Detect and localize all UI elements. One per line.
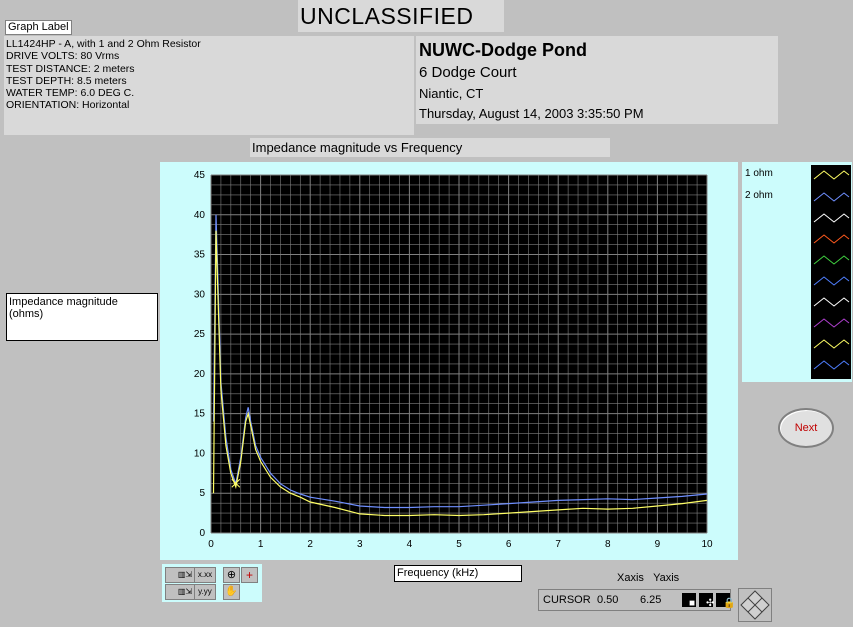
- pan-tool-button[interactable]: ✋: [223, 584, 240, 600]
- org-city: Niantic, CT: [419, 86, 484, 101]
- cursor-style-button[interactable]: ■: [682, 593, 696, 609]
- legend-swatch-icons: [813, 170, 850, 370]
- legend-swatch-6: [813, 276, 850, 286]
- legend-swatch-8: [813, 318, 850, 328]
- plot-title: Impedance magnitude vs Frequency: [250, 138, 610, 157]
- graph-palette: ▥⇲ ▥⇲ x.xx y.yy ⊕ + ✋: [162, 564, 262, 602]
- x-tick-label: 3: [357, 539, 363, 550]
- next-button[interactable]: Next: [778, 408, 834, 448]
- test-info-line: TEST DEPTH: 8.5 meters: [6, 74, 127, 87]
- x-tick-label: 5: [456, 539, 462, 550]
- test-info-line: LL1424HP - A, with 1 and 2 Ohm Resistor: [6, 38, 201, 50]
- y-tick-label: 35: [194, 250, 206, 261]
- legend-swatch-9: [813, 339, 850, 349]
- org-datetime: Thursday, August 14, 2003 3:35:50 PM: [419, 106, 644, 121]
- legend-swatch-4: [813, 234, 850, 244]
- legend-swatch-2ohm: [813, 192, 850, 202]
- y-tick-label: 10: [194, 448, 206, 459]
- square-icon: ■: [689, 598, 696, 609]
- legend-label-2ohm: 2 ohm: [745, 190, 773, 201]
- org-address: 6 Dodge Court: [419, 64, 517, 81]
- cursor-lock-button[interactable]: 🔒: [716, 593, 735, 609]
- legend-swatch-1ohm: [813, 170, 850, 180]
- lock-icon: 🔒: [723, 598, 736, 609]
- cursor-x-value: 0.50: [597, 594, 619, 606]
- y-axis-label: Impedance magnitude (ohms): [6, 293, 158, 341]
- test-info-line: WATER TEMP: 6.0 DEG C.: [6, 87, 135, 100]
- x-axis-label: Frequency (kHz): [394, 565, 522, 582]
- cursor-header-x: Xaxis: [617, 572, 644, 584]
- cursor-move-control[interactable]: [738, 588, 772, 622]
- legend-swatch-7: [813, 297, 850, 307]
- plot-legend: 1 ohm 2 ohm: [742, 162, 852, 382]
- graph-frame[interactable]: 0 1 2 3 4 5 6 7 8 9 10 0 5 10 15 20 25 30 35 40 45: [160, 162, 738, 560]
- cursor-header: Xaxis Yaxis: [617, 572, 679, 584]
- diamond-arrows-icon: [740, 590, 770, 620]
- test-info-line: ORIENTATION: Horizontal: [6, 99, 130, 112]
- crosshair-icon: +: [245, 568, 253, 582]
- graph-label-tag: Graph Label: [5, 20, 72, 35]
- x-tick-label: 9: [655, 539, 661, 550]
- y-tick-label: 0: [199, 528, 205, 539]
- impedance-chart[interactable]: 0 1 2 3 4 5 6 7 8 9 10051015202530354045: [160, 162, 738, 560]
- legend-swatch-5: [813, 255, 850, 265]
- test-info-line: TEST DISTANCE: 2 meters: [6, 62, 135, 75]
- cursor-display: CURSOR 0.50 6.25 ■ ✣ 🔒: [538, 589, 735, 611]
- legend-label-1ohm: 1 ohm: [745, 168, 773, 179]
- x-tick-label: 0: [208, 539, 214, 550]
- cursor-point-button[interactable]: ✣: [699, 593, 714, 609]
- test-info-panel: LL1424HP - A, with 1 and 2 Ohm Resistor …: [4, 36, 414, 135]
- zoom-icon: ⊕: [226, 569, 237, 581]
- zoom-tool-button[interactable]: ⊕: [223, 567, 240, 583]
- x-tick-label: 2: [307, 539, 313, 550]
- org-name: NUWC-Dodge Pond: [419, 40, 587, 60]
- legend-swatch-3: [813, 213, 850, 223]
- classification-banner: UNCLASSIFIED: [298, 0, 504, 32]
- cursor-label[interactable]: CURSOR: [543, 594, 591, 606]
- cursor-tool-button[interactable]: +: [241, 567, 258, 583]
- y-tick-label: 5: [199, 488, 205, 499]
- x-tick-label: 7: [555, 539, 561, 550]
- x-tick-label: 6: [506, 539, 512, 550]
- x-tick-label: 8: [605, 539, 611, 550]
- x-tick-label: 1: [258, 539, 264, 550]
- x-tick-label: 10: [701, 539, 713, 550]
- y-tick-label: 15: [194, 409, 206, 420]
- cursor-header-y: Yaxis: [653, 572, 680, 584]
- org-panel: NUWC-Dodge Pond 6 Dodge Court Niantic, C…: [416, 36, 778, 124]
- y-scale-icon: ▥⇲: [177, 587, 193, 596]
- y-format-button[interactable]: y.yy: [194, 584, 216, 600]
- y-tick-label: 25: [194, 329, 206, 340]
- y-tick-label: 40: [194, 210, 206, 221]
- hand-icon: ✋: [225, 586, 238, 597]
- x-tick-label: 4: [407, 539, 413, 550]
- y-tick-label: 30: [194, 289, 206, 300]
- x-scale-icon: ▥⇲: [177, 570, 193, 579]
- y-tick-label: 20: [194, 369, 206, 380]
- y-tick-label: 45: [194, 170, 206, 181]
- legend-swatch-10: [813, 360, 850, 370]
- x-format-button[interactable]: x.xx: [194, 567, 216, 583]
- cursor-y-value: 6.25: [640, 594, 662, 606]
- legend-swatch-column: [811, 165, 851, 379]
- test-info-line: DRIVE VOLTS: 80 Vrms: [6, 50, 120, 63]
- crosshair-icon: ✣: [706, 598, 715, 609]
